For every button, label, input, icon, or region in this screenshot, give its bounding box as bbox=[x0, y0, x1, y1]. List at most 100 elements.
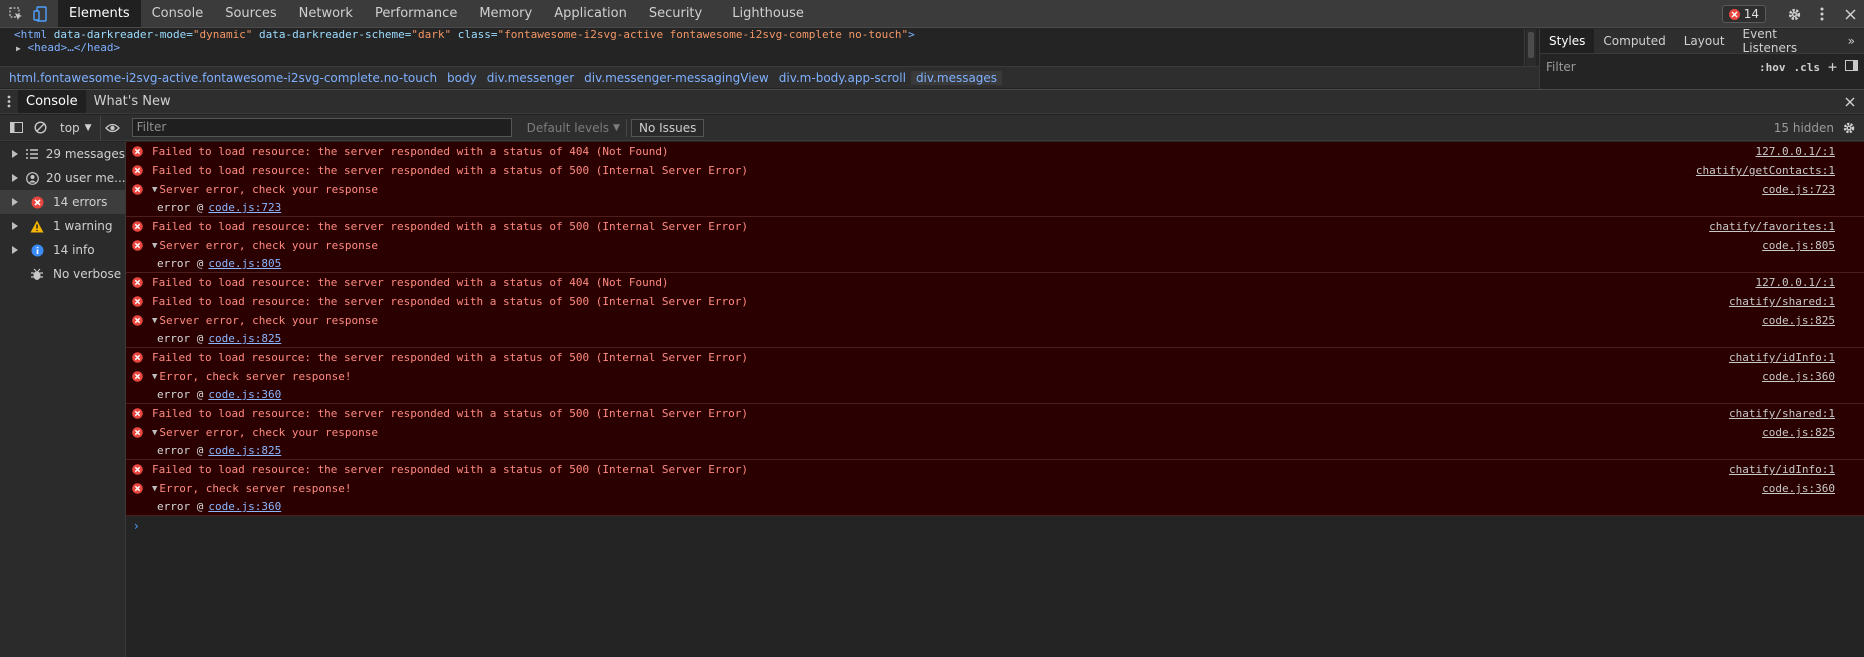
close-drawer-icon[interactable] bbox=[1836, 90, 1864, 113]
tab-security[interactable]: Security bbox=[638, 0, 713, 27]
source-link[interactable]: chatify/shared:1 bbox=[1729, 407, 1835, 420]
expand-triangle-icon[interactable] bbox=[12, 150, 18, 158]
breadcrumb-item[interactable]: div.messenger bbox=[482, 71, 579, 85]
sidebar-item-warning[interactable]: 1 warning bbox=[0, 214, 125, 238]
sidebar-item-info[interactable]: 14 info bbox=[0, 238, 125, 262]
console-prompt[interactable]: › bbox=[126, 516, 1864, 536]
console-error-row[interactable]: ▼ Server error, check your response code.j… bbox=[126, 180, 1864, 199]
console-error-row[interactable]: Failed to load resource: the server resp… bbox=[126, 161, 1864, 180]
collapse-triangle-icon[interactable]: ▼ bbox=[152, 316, 157, 326]
sidebar-item-error[interactable]: 14 errors bbox=[0, 190, 125, 214]
breadcrumb-item[interactable]: div.messenger-messagingView bbox=[579, 71, 774, 85]
collapse-triangle-icon[interactable]: ▼ bbox=[152, 241, 157, 251]
log-levels-label: Default levels bbox=[526, 120, 610, 135]
tab-console[interactable]: Console bbox=[141, 0, 215, 27]
collapse-triangle-icon[interactable]: ▼ bbox=[152, 484, 157, 494]
inspect-element-icon[interactable] bbox=[6, 4, 26, 24]
source-link[interactable]: code.js:723 bbox=[1762, 183, 1835, 196]
more-options-icon[interactable] bbox=[1808, 0, 1836, 28]
new-style-rule-icon[interactable]: + bbox=[1828, 58, 1837, 76]
collapse-triangle-icon[interactable]: ▼ bbox=[152, 372, 157, 382]
tab-computed[interactable]: Computed bbox=[1594, 29, 1674, 53]
drawer-menu-icon[interactable] bbox=[0, 90, 18, 113]
console-filter-input[interactable]: Filter bbox=[131, 118, 512, 137]
drawer-tab-console[interactable]: Console bbox=[18, 90, 86, 113]
console-error-row[interactable]: ▼ Error, check server response! code.js:36… bbox=[126, 367, 1864, 386]
console-settings-gear-icon[interactable] bbox=[1837, 116, 1861, 140]
source-link[interactable]: chatify/idInfo:1 bbox=[1729, 351, 1835, 364]
source-link[interactable]: code.js:825 bbox=[1762, 314, 1835, 327]
html-node-line[interactable]: <html data-darkreader-mode="dynamic" dat… bbox=[14, 28, 915, 41]
tab-styles[interactable]: Styles bbox=[1540, 29, 1595, 53]
console-error-row[interactable]: Failed to load resource: the server resp… bbox=[126, 292, 1864, 311]
issues-button[interactable]: No Issues bbox=[630, 118, 705, 137]
stack-source-link[interactable]: code.js:723 bbox=[208, 201, 281, 214]
expand-triangle-icon[interactable]: ▶ bbox=[16, 44, 21, 53]
sidebar-item-bug[interactable]: No verbose bbox=[0, 262, 125, 286]
expand-triangle-icon[interactable] bbox=[12, 222, 20, 230]
breadcrumb-item[interactable]: div.m-body.app-scroll bbox=[774, 71, 911, 85]
expand-triangle-icon[interactable] bbox=[12, 198, 20, 206]
console-error-row[interactable]: Failed to load resource: the server resp… bbox=[126, 404, 1864, 423]
console-error-row[interactable]: Failed to load resource: the server resp… bbox=[126, 348, 1864, 367]
source-link[interactable]: code.js:360 bbox=[1762, 370, 1835, 383]
log-levels-dropdown[interactable]: Default levels ▼ bbox=[521, 118, 627, 137]
tab-event-listeners[interactable]: Event Listeners bbox=[1734, 27, 1839, 55]
source-link[interactable]: chatify/favorites:1 bbox=[1709, 220, 1835, 233]
hov-button[interactable]: :hov bbox=[1759, 61, 1786, 74]
source-link[interactable]: code.js:805 bbox=[1762, 239, 1835, 252]
settings-gear-icon[interactable] bbox=[1780, 0, 1808, 28]
expand-triangle-icon[interactable] bbox=[12, 246, 20, 254]
clear-console-icon[interactable] bbox=[28, 116, 52, 140]
toggle-sidebar-icon[interactable] bbox=[1845, 60, 1858, 74]
show-sidebar-icon[interactable] bbox=[4, 116, 28, 140]
elements-scrollbar[interactable] bbox=[1526, 29, 1536, 66]
console-error-row[interactable]: ▼ Error, check server response! code.js:36… bbox=[126, 479, 1864, 498]
tab-layout[interactable]: Layout bbox=[1675, 29, 1734, 53]
source-link[interactable]: 127.0.0.1/:1 bbox=[1756, 276, 1835, 289]
stack-source-link[interactable]: code.js:825 bbox=[208, 444, 281, 457]
breadcrumb-item[interactable]: html.fontawesome-i2svg-active.fontawesom… bbox=[4, 71, 442, 85]
tab-sources[interactable]: Sources bbox=[214, 0, 287, 27]
collapse-triangle-icon[interactable]: ▼ bbox=[152, 185, 157, 195]
device-toolbar-icon[interactable] bbox=[30, 4, 50, 24]
console-error-row[interactable]: ▼ Server error, check your response code.j… bbox=[126, 311, 1864, 330]
styles-filter-input[interactable]: Filter bbox=[1546, 60, 1751, 74]
stack-source-link[interactable]: code.js:360 bbox=[208, 388, 281, 401]
context-selector[interactable]: top ▼ bbox=[52, 121, 100, 135]
tab-application[interactable]: Application bbox=[543, 0, 638, 27]
head-node-line[interactable]: ▶ <head>…</head> bbox=[16, 41, 120, 54]
console-error-row[interactable]: Failed to load resource: the server resp… bbox=[126, 217, 1864, 236]
tab-lighthouse[interactable]: Lighthouse bbox=[721, 0, 815, 27]
expand-triangle-icon[interactable] bbox=[12, 174, 18, 182]
more-tabs-chevron-icon[interactable]: » bbox=[1839, 29, 1864, 53]
source-link[interactable]: chatify/idInfo:1 bbox=[1729, 463, 1835, 476]
stack-source-link[interactable]: code.js:805 bbox=[208, 257, 281, 270]
console-error-row[interactable]: Failed to load resource: the server resp… bbox=[126, 460, 1864, 479]
console-error-row[interactable]: Failed to load resource: the server resp… bbox=[126, 142, 1864, 161]
console-error-row[interactable]: ▼ Server error, check your response code.j… bbox=[126, 236, 1864, 255]
source-link[interactable]: chatify/getContacts:1 bbox=[1696, 164, 1835, 177]
source-link[interactable]: 127.0.0.1/:1 bbox=[1756, 145, 1835, 158]
stack-source-link[interactable]: code.js:825 bbox=[208, 332, 281, 345]
console-error-row[interactable]: Failed to load resource: the server resp… bbox=[126, 273, 1864, 292]
source-link[interactable]: chatify/shared:1 bbox=[1729, 295, 1835, 308]
collapse-triangle-icon[interactable]: ▼ bbox=[152, 428, 157, 438]
breadcrumb-item[interactable]: body bbox=[442, 71, 482, 85]
live-expression-eye-icon[interactable] bbox=[99, 115, 124, 140]
source-link[interactable]: code.js:825 bbox=[1762, 426, 1835, 439]
drawer-tab-whats-new[interactable]: What's New bbox=[86, 90, 179, 113]
cls-button[interactable]: .cls bbox=[1793, 61, 1820, 74]
sidebar-item-user[interactable]: 20 user me... bbox=[0, 166, 125, 190]
close-devtools-icon[interactable] bbox=[1836, 0, 1864, 28]
source-link[interactable]: code.js:360 bbox=[1762, 482, 1835, 495]
console-error-row[interactable]: ▼ Server error, check your response code.j… bbox=[126, 423, 1864, 442]
tab-elements[interactable]: Elements bbox=[58, 0, 141, 27]
sidebar-item-list[interactable]: 29 messages bbox=[0, 142, 125, 166]
stack-source-link[interactable]: code.js:360 bbox=[208, 500, 281, 513]
tab-network[interactable]: Network bbox=[288, 0, 364, 27]
error-count-badge[interactable]: 14 bbox=[1721, 5, 1766, 23]
tab-memory[interactable]: Memory bbox=[468, 0, 543, 27]
tab-performance[interactable]: Performance bbox=[364, 0, 468, 27]
breadcrumb-item[interactable]: div.messages bbox=[910, 70, 1003, 85]
